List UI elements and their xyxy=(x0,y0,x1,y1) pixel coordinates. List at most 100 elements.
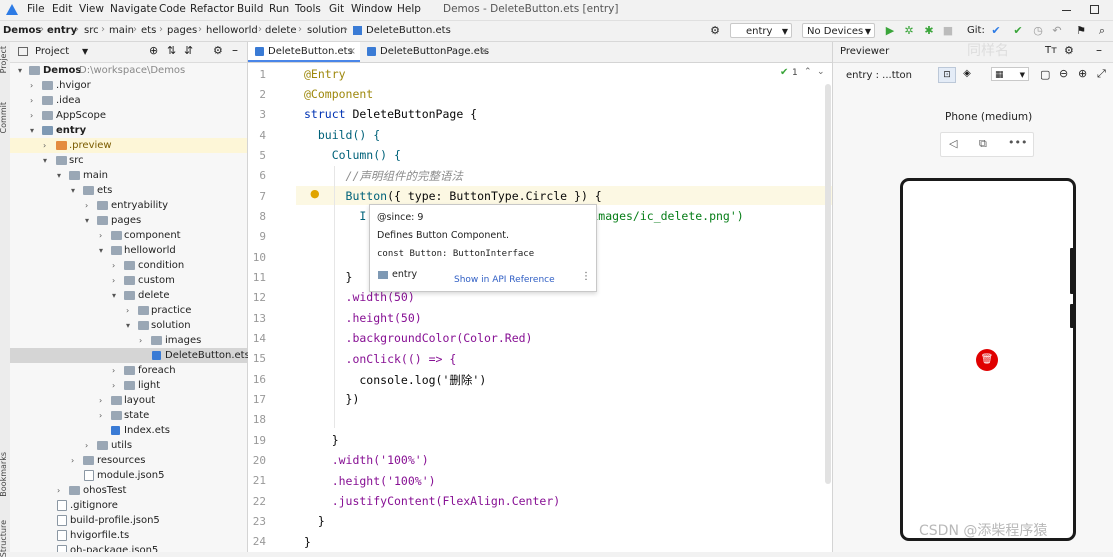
api-reference-link[interactable]: Show in API Reference xyxy=(454,275,555,285)
layout-select[interactable]: ▦ ▼ xyxy=(991,67,1029,81)
settings-gear-icon[interactable]: ⚙ xyxy=(709,25,721,37)
tree-item[interactable]: hvigorfile.ts xyxy=(10,528,247,543)
git-commit-icon[interactable]: ✔ xyxy=(1012,25,1024,37)
check-icon[interactable]: ✔ xyxy=(780,67,788,78)
commit-tool-label[interactable]: Commit xyxy=(0,102,8,133)
tree-item[interactable]: ▾ solution xyxy=(10,318,247,333)
zoom-in-icon[interactable]: ⊕ xyxy=(1078,67,1087,80)
menu-navigate[interactable]: Navigate xyxy=(110,3,157,15)
tree-item[interactable]: › utils xyxy=(10,438,247,453)
tree-item[interactable]: › .hvigor xyxy=(10,78,247,93)
breadcrumb-file[interactable]: DeleteButton.ets xyxy=(366,25,451,36)
breadcrumb-src[interactable]: src xyxy=(84,25,99,36)
menu-edit[interactable]: Edit xyxy=(52,3,72,15)
menu-file[interactable]: File xyxy=(27,3,45,15)
hide-panel-icon[interactable]: – xyxy=(1096,43,1102,57)
tree-item[interactable]: › ohosTest xyxy=(10,483,247,498)
layers-icon[interactable]: ◈ xyxy=(959,67,975,81)
breadcrumb-pages[interactable]: pages xyxy=(167,25,197,36)
settings-gear-icon[interactable]: ⚙ xyxy=(1064,44,1074,57)
tree-item[interactable]: ▾ helloworld xyxy=(10,243,247,258)
menu-view[interactable]: View xyxy=(79,3,104,15)
tab-deletebutton[interactable]: DeleteButton.ets × xyxy=(248,42,360,62)
more-icon[interactable]: ••• xyxy=(1008,136,1027,149)
tree-item[interactable]: › entryability xyxy=(10,198,247,213)
tree-item[interactable]: ▾ pages xyxy=(10,213,247,228)
menu-refactor[interactable]: Refactor xyxy=(190,3,234,15)
preview-target-label[interactable]: entry : ...tton xyxy=(846,70,912,81)
debug-icon[interactable]: ✲ xyxy=(903,25,915,37)
breadcrumb-main[interactable]: main xyxy=(109,25,134,36)
back-icon[interactable]: ◁ xyxy=(949,137,957,150)
breadcrumb-ets[interactable]: ets xyxy=(141,25,156,36)
tab-deletebuttonpage[interactable]: DeleteButtonPage.ets × xyxy=(360,42,492,62)
tree-item[interactable]: module.json5 xyxy=(10,468,247,483)
rollback-icon[interactable]: ↶ xyxy=(1051,25,1063,37)
tree-item[interactable]: › light xyxy=(10,378,247,393)
zoom-out-icon[interactable]: ⊖ xyxy=(1059,67,1068,80)
tree-item[interactable]: › .idea xyxy=(10,93,247,108)
tree-item[interactable]: build-profile.json5 xyxy=(10,513,247,528)
breadcrumb-entry[interactable]: entry xyxy=(47,25,77,36)
bookmarks-tool-label[interactable]: Bookmarks xyxy=(0,452,8,497)
tree-item[interactable]: › custom xyxy=(10,273,247,288)
tree-item[interactable]: ▾ ets xyxy=(10,183,247,198)
chevron-down-icon[interactable]: ⌄ xyxy=(817,67,825,77)
tree-item[interactable]: › layout xyxy=(10,393,247,408)
device-manager-icon[interactable]: ⚑ xyxy=(1075,25,1087,37)
close-icon[interactable]: × xyxy=(480,42,488,62)
module-select[interactable]: entry ▼ xyxy=(730,23,792,38)
text-size-icon[interactable]: Tт xyxy=(1045,45,1057,56)
breadcrumb-solution[interactable]: solution xyxy=(307,25,347,36)
menu-help[interactable]: Help xyxy=(397,3,421,15)
chevron-up-icon[interactable]: ⌃ xyxy=(804,67,812,77)
tree-item[interactable]: ▾ entry xyxy=(10,123,247,138)
breadcrumb-delete[interactable]: delete xyxy=(265,25,297,36)
tree-item[interactable]: ▾ delete xyxy=(10,288,247,303)
tree-item[interactable]: › foreach xyxy=(10,363,247,378)
frame-icon[interactable]: ▢ xyxy=(1040,68,1050,81)
tree-item[interactable]: › component xyxy=(10,228,247,243)
search-icon[interactable]: ⌕ xyxy=(1096,25,1108,37)
delete-button[interactable]: 🗑 xyxy=(976,349,998,371)
tree-item[interactable]: › .preview xyxy=(10,138,247,153)
tree-item[interactable]: ▾ src xyxy=(10,153,247,168)
structure-tool-label[interactable]: Structure xyxy=(0,520,8,557)
tree-item[interactable]: ▾ main xyxy=(10,168,247,183)
close-icon[interactable]: × xyxy=(348,42,356,62)
rotate-icon[interactable]: ⧉ xyxy=(979,137,987,151)
menu-code[interactable]: Code xyxy=(159,3,186,15)
chevron-down-icon[interactable]: ▼ xyxy=(82,47,88,56)
stop-icon[interactable]: ■ xyxy=(942,25,954,37)
more-options-icon[interactable]: ⋮ xyxy=(581,271,591,282)
minimize-icon[interactable] xyxy=(1062,10,1071,11)
locate-icon[interactable]: ⊕ xyxy=(149,44,158,57)
fullscreen-icon[interactable]: ⤢ xyxy=(1097,67,1106,81)
tree-item[interactable]: .gitignore xyxy=(10,498,247,513)
tree-item[interactable]: › AppScope xyxy=(10,108,247,123)
git-update-icon[interactable]: ✔ xyxy=(990,25,1002,37)
menu-run[interactable]: Run xyxy=(269,3,289,15)
menu-window[interactable]: Window xyxy=(351,3,392,15)
tree-item[interactable]: › state xyxy=(10,408,247,423)
tree-item[interactable]: Index.ets xyxy=(10,423,247,438)
tree-item[interactable]: › resources xyxy=(10,453,247,468)
inspector-icon[interactable]: ⊡ xyxy=(938,67,956,83)
breadcrumb-demos[interactable]: Demos xyxy=(3,25,41,36)
tree-item[interactable]: › images xyxy=(10,333,247,348)
history-icon[interactable]: ◷ xyxy=(1032,25,1044,37)
options-gear-icon[interactable]: ⚙ xyxy=(213,44,223,57)
restore-icon[interactable] xyxy=(1090,5,1099,14)
breadcrumb-helloworld[interactable]: helloworld xyxy=(206,25,258,36)
project-view-label[interactable]: Project xyxy=(35,46,69,57)
tree-root[interactable]: ▾ Demos D:\workspace\Demos xyxy=(10,63,247,78)
run-icon[interactable]: ▶ xyxy=(884,25,896,37)
menu-git[interactable]: Git xyxy=(329,3,344,15)
tree-item[interactable]: › condition xyxy=(10,258,247,273)
hide-panel-icon[interactable]: – xyxy=(232,43,238,57)
menu-tools[interactable]: Tools xyxy=(295,3,321,15)
expand-all-icon[interactable]: ⇵ xyxy=(184,44,193,57)
editor-scrollbar[interactable] xyxy=(825,84,831,484)
tree-item[interactable]: oh-package.json5 xyxy=(10,543,247,552)
menu-build[interactable]: Build xyxy=(237,3,263,15)
